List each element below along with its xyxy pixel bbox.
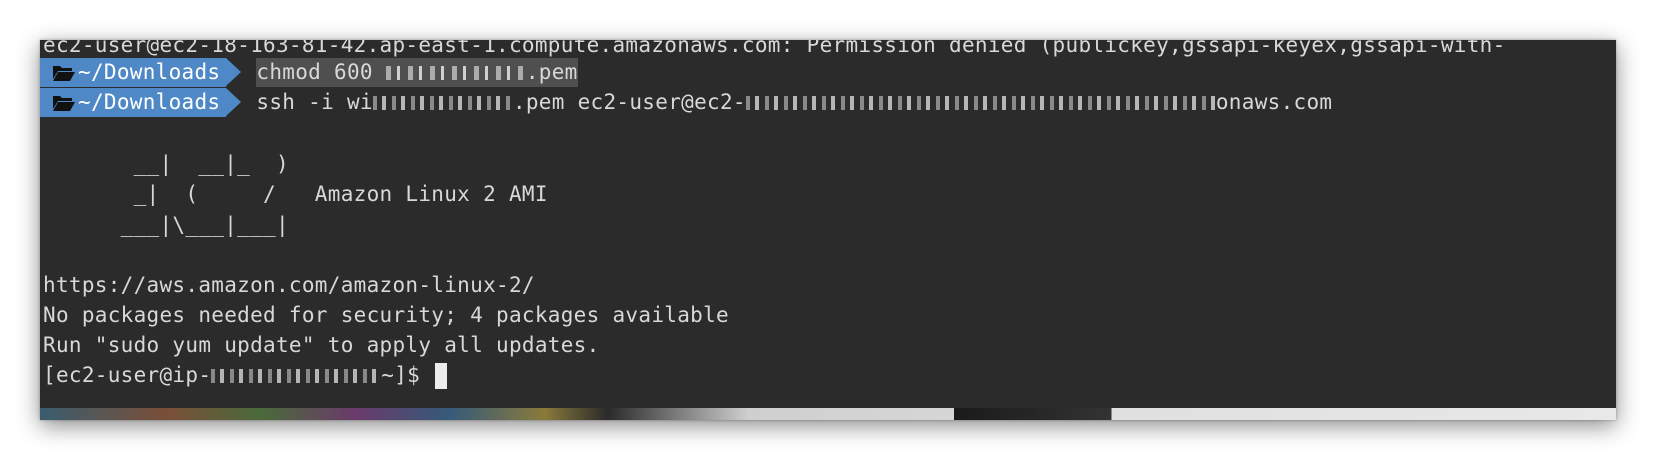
text-cursor [435,363,448,389]
command-ssh-text: ssh -i wi [256,90,373,114]
shell-prompt-suffix: ~]$ [381,363,434,387]
redacted-keyname [372,96,513,110]
prompt-segment-cwd: ~/Downloads [40,88,242,117]
background-desktop-strip [40,408,1616,420]
prompt-cwd-label: ~/Downloads [78,60,221,84]
shell-prompt-line[interactable]: [ec2-user@ip- ~]$ [43,360,448,391]
redacted-filename [385,66,526,80]
prompt-line-ssh: ~/Downloads ssh -i wi .pem ec2-user@ec2- o… [40,88,1332,117]
motd-art-line-3: ___|\___|___| [43,213,289,237]
redacted-ip [211,369,382,383]
motd-update-hint: Run "sudo yum update" to apply all updat… [43,333,600,357]
folder-open-icon [53,95,75,111]
command-ssh[interactable]: ssh -i wi .pem ec2-user@ec2- onaws.com [256,88,1332,117]
motd-art-line-1: __| __|_ ) [43,152,289,176]
command-ssh-middle: .pem ec2-user@ec2- [512,90,746,114]
redacted-hostname [745,96,1216,110]
shell-prompt-prefix: [ec2-user@ip- [43,363,212,387]
command-chmod-ext: .pem [525,60,578,84]
command-chmod[interactable]: chmod 600 .pem [256,58,578,87]
prompt-cwd-label: ~/Downloads [78,90,221,114]
motd-packages: No packages needed for security; 4 packa… [43,303,729,327]
terminal-output[interactable]: ec2-user@ec2-18-163-81-42.ap-east-1.comp… [40,40,1616,408]
command-chmod-text: chmod 600 [256,60,386,84]
command-ssh-host-end: onaws.com [1215,90,1333,114]
motd-url: https://aws.amazon.com/amazon-linux-2/ [43,273,535,297]
prompt-segment-cwd: ~/Downloads [40,58,242,87]
motd-art-line-2: _| ( / Amazon Linux 2 AMI [43,182,548,206]
terminal-window[interactable]: ec2-user@ec2-18-163-81-42.ap-east-1.comp… [40,40,1616,420]
prompt-line-chmod: ~/Downloads chmod 600 .pem [40,58,578,87]
folder-open-icon [53,65,75,81]
